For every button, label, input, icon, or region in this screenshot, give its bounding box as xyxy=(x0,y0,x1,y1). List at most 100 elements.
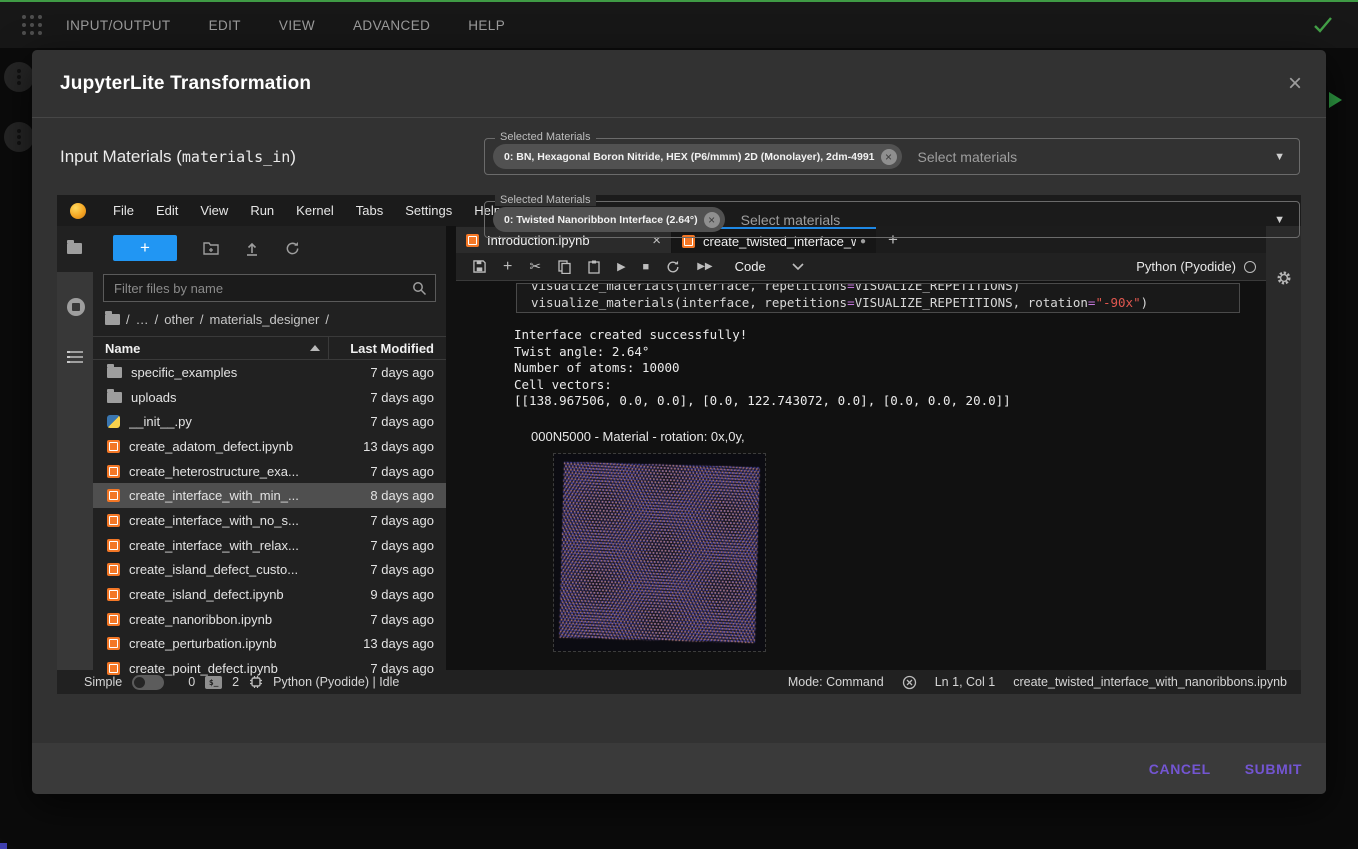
folder-icon[interactable] xyxy=(105,314,120,325)
file-row[interactable]: create_interface_with_no_s...7 days ago xyxy=(93,508,446,533)
fieldset-label: Selected Materials xyxy=(495,194,596,206)
background-kebab-button xyxy=(4,122,34,152)
upload-icon[interactable] xyxy=(245,241,259,256)
chevron-down-icon[interactable] xyxy=(792,263,804,271)
file-row[interactable]: create_nanoribbon.ipynb7 days ago xyxy=(93,607,446,632)
file-row[interactable]: create_island_defect_custo...7 days ago xyxy=(93,558,446,583)
file-row[interactable]: create_interface_with_relax...7 days ago xyxy=(93,533,446,558)
stop-icon[interactable]: ■ xyxy=(643,261,650,273)
copy-icon[interactable] xyxy=(558,260,571,274)
chevron-down-icon[interactable]: ▼ xyxy=(1274,214,1285,226)
file-row[interactable]: create_adatom_defect.ipynb13 days ago xyxy=(93,434,446,459)
check-icon[interactable] xyxy=(1312,15,1334,35)
add-cell-icon[interactable]: + xyxy=(503,258,512,276)
output-material-chip[interactable]: 0: Twisted Nanoribbon Interface (2.64°) … xyxy=(493,207,725,232)
file-row-selected[interactable]: create_interface_with_min_...8 days ago xyxy=(93,483,446,508)
python-file-icon xyxy=(107,415,120,428)
dialog-header: JupyterLite Transformation × xyxy=(32,50,1326,118)
gear-icon[interactable] xyxy=(1276,270,1292,286)
file-row[interactable]: specific_examples7 days ago xyxy=(93,360,446,385)
jl-menu-tabs[interactable]: Tabs xyxy=(345,203,394,218)
jl-menu-view[interactable]: View xyxy=(189,203,239,218)
cell-type-select[interactable]: Code xyxy=(735,259,766,274)
files-tab-icon[interactable] xyxy=(67,241,82,259)
notebook-icon xyxy=(107,514,120,527)
select-placeholder: Select materials xyxy=(741,212,841,228)
folder-icon xyxy=(107,392,122,403)
filter-files-input[interactable]: Filter files by name xyxy=(103,274,436,302)
mode-indicator[interactable]: Mode: Command xyxy=(788,675,884,689)
restart-run-all-icon[interactable]: ▶▶ xyxy=(697,261,712,272)
cursor-position[interactable]: Ln 1, Col 1 xyxy=(935,675,995,689)
column-last-modified[interactable]: Last Modified xyxy=(328,337,446,360)
file-row[interactable]: uploads7 days ago xyxy=(93,385,446,410)
notebook-icon xyxy=(107,613,120,626)
file-row[interactable]: create_island_defect.ipynb9 days ago xyxy=(93,582,446,607)
activity-sidebar xyxy=(57,226,93,670)
notebook-icon xyxy=(107,563,120,576)
cancel-button[interactable]: CANCEL xyxy=(1149,761,1211,777)
jl-menu-settings[interactable]: Settings xyxy=(394,203,463,218)
menu-help[interactable]: HELP xyxy=(468,18,505,33)
input-materials-select[interactable]: Selected Materials 0: BN, Hexagonal Boro… xyxy=(484,138,1300,175)
play-icon xyxy=(1329,92,1342,108)
jl-menu-edit[interactable]: Edit xyxy=(145,203,189,218)
file-row[interactable]: create_perturbation.ipynb13 days ago xyxy=(93,632,446,657)
cut-icon[interactable]: ✂ xyxy=(529,258,541,275)
current-filename: create_twisted_interface_with_nanoribbon… xyxy=(1013,675,1287,689)
menu-view[interactable]: VIEW xyxy=(279,18,315,33)
new-launcher-button[interactable]: + xyxy=(113,235,177,261)
notebook-toolbar: + ✂ ▶ ■ ▶▶ Code xyxy=(456,253,1266,281)
notebook-icon xyxy=(107,440,120,453)
notebook-content[interactable]: visualize_materials(interface, repetitio… xyxy=(456,281,1266,670)
paste-icon[interactable] xyxy=(588,260,600,274)
top-menu-bar: INPUT/OUTPUT EDIT VIEW ADVANCED HELP xyxy=(0,0,1358,48)
notebook-panel: Introduction.ipynb × create_twisted_inte… xyxy=(456,226,1266,670)
input-materials-row: Input Materials (materials_in) Selected … xyxy=(32,118,1326,195)
select-placeholder: Select materials xyxy=(918,149,1018,165)
kernel-switcher[interactable]: Python (Pyodide) xyxy=(1136,259,1256,274)
notebook-icon xyxy=(107,662,120,675)
jl-menu-kernel[interactable]: Kernel xyxy=(285,203,345,218)
code-cell[interactable]: visualize_materials(interface, repetitio… xyxy=(516,283,1240,313)
menu-edit[interactable]: EDIT xyxy=(209,18,241,33)
input-material-chip[interactable]: 0: BN, Hexagonal Boron Nitride, HEX (P6/… xyxy=(493,144,902,169)
restart-kernel-icon[interactable] xyxy=(666,260,680,274)
menu-input-output[interactable]: INPUT/OUTPUT xyxy=(66,18,171,33)
jupyterlab-panel: File Edit View Run Kernel Tabs Settings … xyxy=(57,195,1301,694)
output-materials-select[interactable]: Selected Materials 0: Twisted Nanoribbon… xyxy=(484,201,1300,238)
fieldset-label: Selected Materials xyxy=(495,131,596,143)
grid-icon[interactable] xyxy=(22,15,42,35)
file-row[interactable]: __init__.py7 days ago xyxy=(93,409,446,434)
chip-delete-icon[interactable]: × xyxy=(881,149,897,165)
running-kernels-icon[interactable] xyxy=(67,298,85,316)
input-materials-label: Input Materials (materials_in) xyxy=(60,147,296,167)
run-icon[interactable]: ▶ xyxy=(617,260,625,273)
figure-caption: 000N5000 - Material - rotation: 0x,0y, xyxy=(531,429,745,444)
menu-advanced[interactable]: ADVANCED xyxy=(353,18,430,33)
refresh-icon[interactable] xyxy=(285,241,300,256)
new-folder-icon[interactable] xyxy=(203,241,219,255)
folder-icon xyxy=(107,367,122,378)
kernel-status-icon xyxy=(1244,261,1256,273)
close-icon[interactable]: × xyxy=(1288,72,1302,96)
chevron-down-icon[interactable]: ▼ xyxy=(1274,151,1285,163)
jl-menu-run[interactable]: Run xyxy=(239,203,285,218)
moire-canvas xyxy=(554,454,765,651)
file-row[interactable]: create_heterostructure_exa...7 days ago xyxy=(93,459,446,484)
breadcrumb-ellipsis[interactable]: … xyxy=(136,312,149,327)
submit-button[interactable]: SUBMIT xyxy=(1245,761,1302,777)
breadcrumb-other[interactable]: other xyxy=(164,312,194,327)
jupyterlite-transformation-dialog: JupyterLite Transformation × Input Mater… xyxy=(32,50,1326,794)
file-browser: + Filter files by name xyxy=(93,226,446,670)
panel-resizer[interactable] xyxy=(446,226,456,670)
screen: INPUT/OUTPUT EDIT VIEW ADVANCED HELP Jup… xyxy=(0,0,1358,849)
jl-menu-file[interactable]: File xyxy=(102,203,145,218)
breadcrumb-materials-designer[interactable]: materials_designer xyxy=(210,312,320,327)
chip-delete-icon[interactable]: × xyxy=(704,212,720,228)
background-accent xyxy=(0,843,7,849)
column-name[interactable]: Name xyxy=(93,341,328,356)
dialog-footer: CANCEL SUBMIT xyxy=(32,743,1326,794)
simple-mode-toggle[interactable] xyxy=(132,675,164,690)
save-icon[interactable] xyxy=(473,260,486,273)
